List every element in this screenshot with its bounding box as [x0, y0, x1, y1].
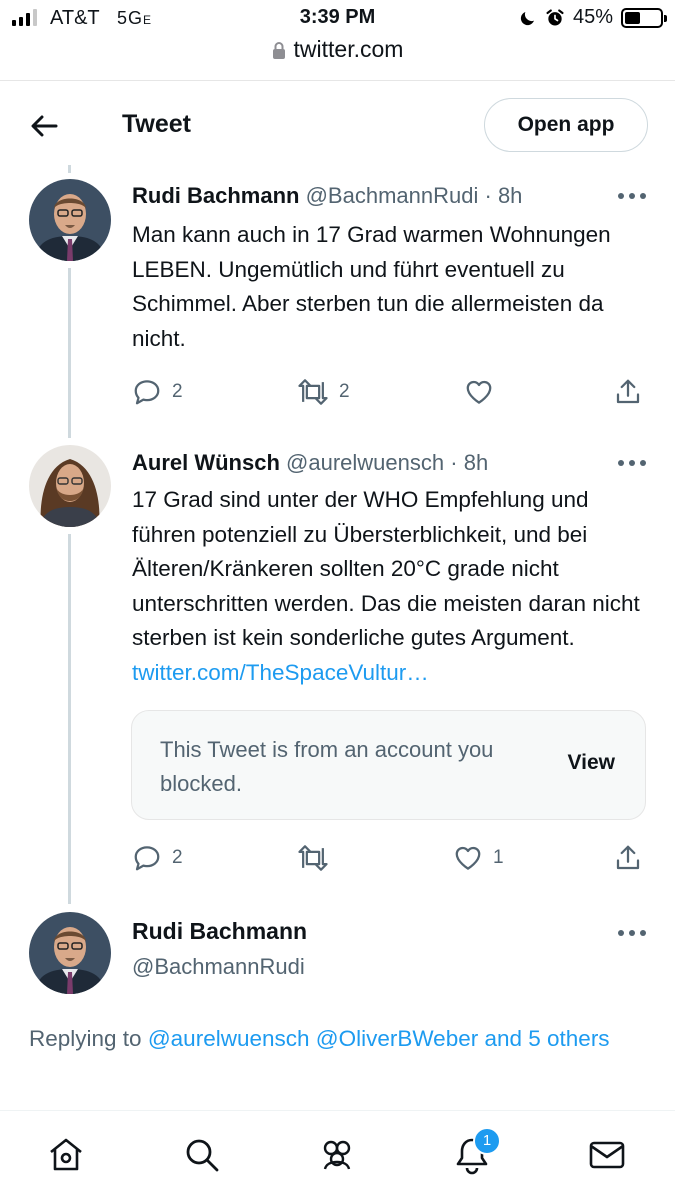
retweet-icon [298, 379, 328, 405]
avatar[interactable] [29, 445, 111, 527]
notification-badge: 1 [473, 1127, 501, 1155]
quoted-tweet-card: This Tweet is from an account you blocke… [131, 710, 646, 820]
moon-icon [520, 11, 534, 25]
more-options-icon[interactable] [618, 460, 646, 470]
retweet-icon [298, 845, 328, 871]
back-arrow-icon[interactable] [28, 110, 60, 142]
author-name[interactable]: Aurel Wünsch [132, 450, 280, 475]
share-icon [616, 845, 640, 870]
reply-icon [134, 846, 160, 871]
like-action[interactable]: 1 [453, 843, 504, 873]
author-handle[interactable]: @aurelwuensch [286, 450, 444, 475]
retweet-action[interactable] [297, 843, 339, 873]
reply-count: 2 [172, 381, 183, 402]
tweet-meta: Aurel Wünsch @aurelwuensch · 8h [132, 450, 488, 476]
author-handle[interactable]: @BachmannRudi [132, 954, 305, 980]
page-title: Tweet [122, 110, 191, 138]
heart-icon [466, 380, 492, 404]
reply-action[interactable]: 2 [132, 843, 183, 873]
view-button[interactable]: View [568, 751, 615, 775]
author-name[interactable]: Rudi Bachmann [132, 918, 307, 945]
search-icon[interactable] [182, 1135, 222, 1175]
share-action[interactable] [613, 377, 643, 407]
avatar[interactable] [29, 179, 111, 261]
tweet-time[interactable]: 8h [464, 450, 488, 475]
author-name[interactable]: Rudi Bachmann [132, 183, 299, 208]
tweet-meta: Rudi Bachmann @BachmannRudi · 8h [132, 183, 522, 209]
meta-separator: · [484, 183, 492, 208]
alarm-icon [546, 8, 564, 25]
more-options-icon[interactable] [618, 193, 646, 203]
messages-icon[interactable] [587, 1135, 627, 1175]
open-app-button[interactable]: Open app [484, 98, 648, 152]
address-bar[interactable]: twitter.com [0, 36, 675, 63]
blocked-notice: This Tweet is from an account you blocke… [160, 737, 494, 796]
author-handle[interactable]: @BachmannRudi [306, 183, 479, 208]
tweet-text: Man kann auch in 17 Grad warmen Wohnunge… [132, 222, 611, 351]
divider [0, 80, 675, 81]
reply-action[interactable]: 2 [132, 377, 183, 407]
tweet-body: 17 Grad sind unter der WHO Empfehlung un… [132, 487, 640, 650]
share-icon [616, 379, 640, 404]
url-text: twitter.com [293, 36, 404, 62]
avatar[interactable] [29, 912, 111, 994]
reply-icon [134, 380, 160, 405]
tweet-time[interactable]: 8h [498, 183, 522, 208]
heart-icon [455, 846, 481, 870]
battery-icon [621, 7, 667, 28]
retweet-count: 2 [339, 381, 350, 402]
tweet-text: 17 Grad sind unter der WHO Empfehlung un… [132, 483, 652, 690]
thread-line [68, 165, 71, 173]
communities-icon[interactable] [317, 1135, 357, 1175]
replying-mentions[interactable]: @aurelwuensch @OliverBWeber and 5 others [148, 1026, 610, 1051]
meta-separator: · [450, 450, 458, 475]
status-right: 45% [519, 6, 667, 29]
tweet-link[interactable]: twitter.com/TheSpaceVultur… [132, 660, 429, 685]
replying-to: Replying to @aurelwuensch @OliverBWeber … [29, 1022, 629, 1056]
retweet-action[interactable]: 2 [297, 377, 350, 407]
thread-line [68, 268, 71, 438]
more-options-icon[interactable] [618, 930, 646, 940]
bottom-tab-bar: 1 [0, 1110, 675, 1200]
like-count: 1 [493, 847, 504, 868]
home-icon[interactable] [46, 1135, 86, 1175]
replying-prefix: Replying to [29, 1026, 148, 1051]
lock-icon [272, 42, 285, 59]
battery-percent: 45% [572, 6, 613, 28]
reply-count: 2 [172, 847, 183, 868]
thread-line [68, 534, 71, 904]
like-action[interactable] [464, 377, 504, 407]
status-bar: AT&T 5GE 3:39 PM 45% [0, 0, 675, 40]
share-action[interactable] [613, 843, 643, 873]
